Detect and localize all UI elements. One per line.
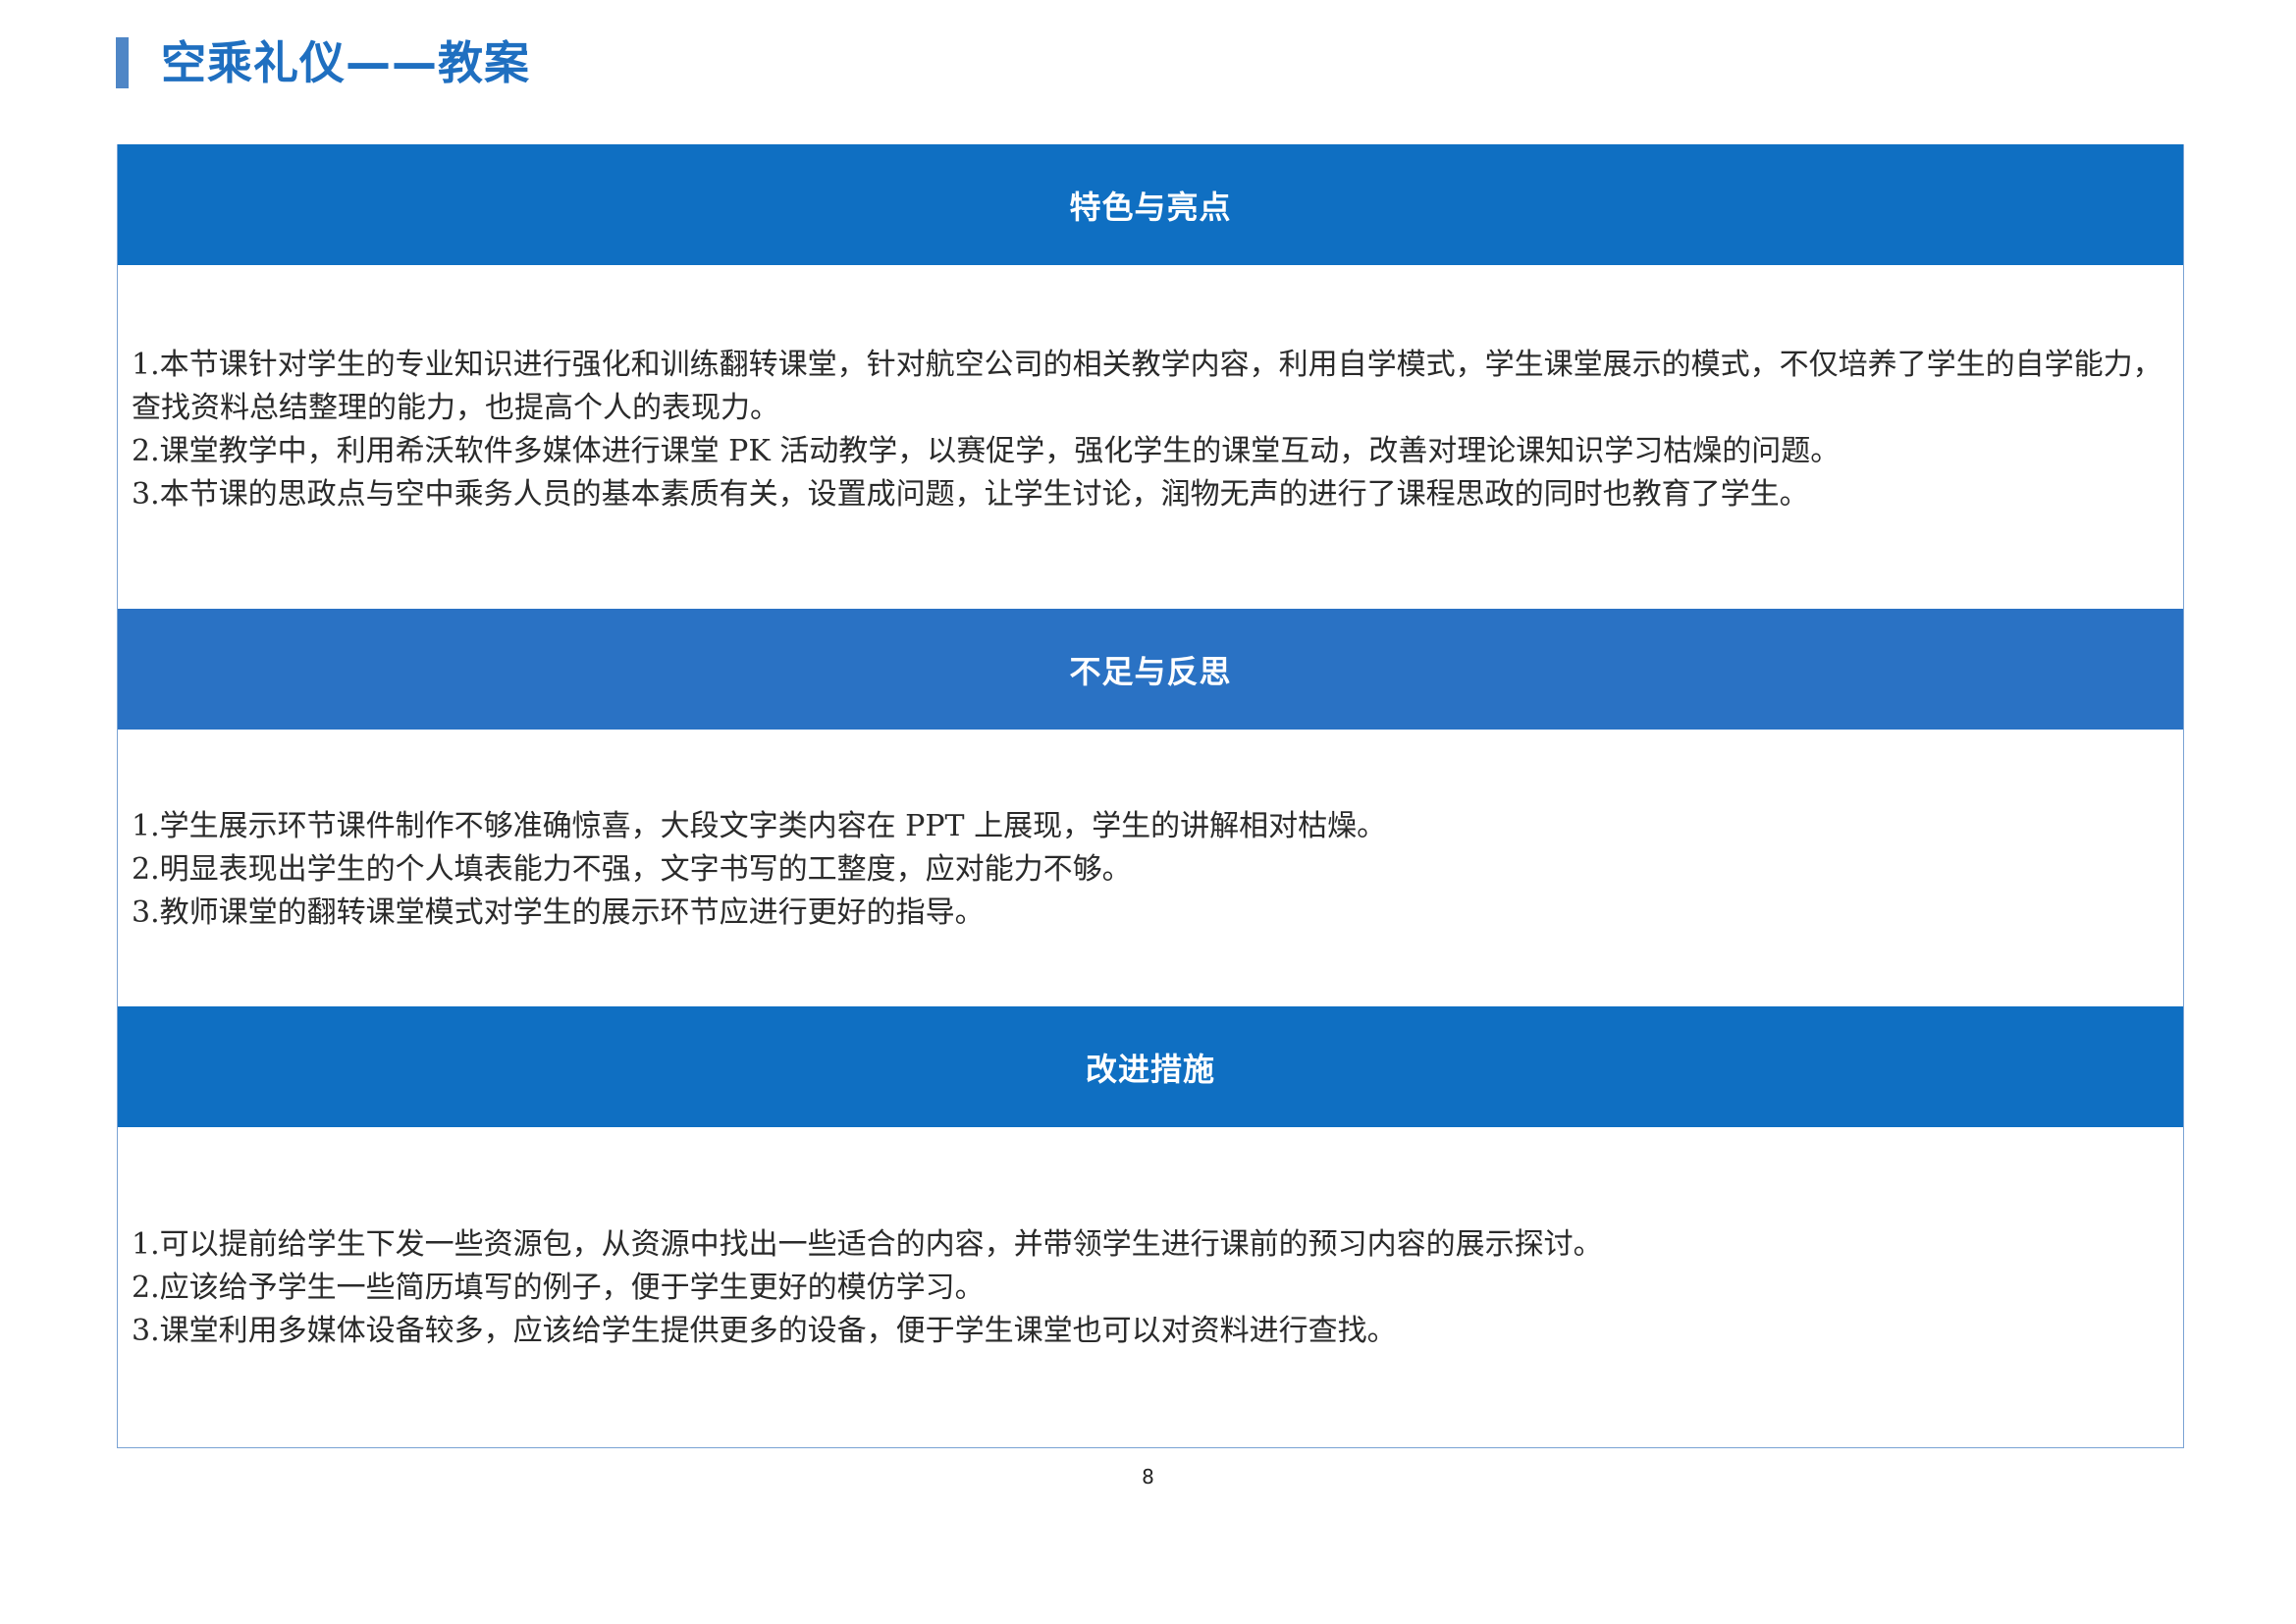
list-item: 2.应该给予学生一些简历填写的例子，便于学生更好的模仿学习。 [132,1271,985,1305]
list-item: 2.明显表现出学生的个人填表能力不强，文字书写的工整度，应对能力不够。 [132,852,1132,887]
section-body-features: 1.本节课针对学生的专业知识进行强化和训练翻转课堂，针对航空公司的相关教学内容，… [132,344,2178,516]
section-header-reflection: 不足与反思 [118,609,2183,730]
section-heading-features: 特色与亮点 [1069,188,1232,226]
document-title: 空乘礼仪——教案 [161,36,530,89]
list-item: 3.本节课的思政点与空中乘务人员的基本素质有关，设置成问题，让学生讨论，润物无声… [132,477,1809,512]
page-number: 8 [1142,1465,1154,1489]
title-accent-bar [116,37,129,88]
list-item: 1.学生展示环节课件制作不够准确惊喜，大段文字类内容在 PPT 上展现，学生的讲… [132,809,1387,843]
list-item: 1.可以提前给学生下发一些资源包，从资源中找出一些适合的内容，并带领学生进行课前… [132,1227,1603,1262]
section-header-improvements: 改进措施 [118,1006,2183,1127]
list-item: 3.教师课堂的翻转课堂模式对学生的展示环节应进行更好的指导。 [132,895,985,930]
section-heading-improvements: 改进措施 [1085,1050,1215,1088]
section-body-improvements: 1.可以提前给学生下发一些资源包，从资源中找出一些适合的内容，并带领学生进行课前… [132,1223,2178,1353]
list-item: 1.本节课针对学生的专业知识进行强化和训练翻转课堂，针对航空公司的相关教学内容，… [132,348,2163,425]
section-heading-reflection: 不足与反思 [1069,652,1232,690]
list-item: 2.课堂教学中，利用希沃软件多媒体进行课堂 PK 活动教学，以赛促学，强化学生的… [132,434,1841,468]
section-body-reflection: 1.学生展示环节课件制作不够准确惊喜，大段文字类内容在 PPT 上展现，学生的讲… [132,805,2178,935]
section-header-features: 特色与亮点 [118,144,2183,265]
list-item: 3.课堂利用多媒体设备较多，应该给学生提供更多的设备，便于学生课堂也可以对资料进… [132,1314,1397,1348]
